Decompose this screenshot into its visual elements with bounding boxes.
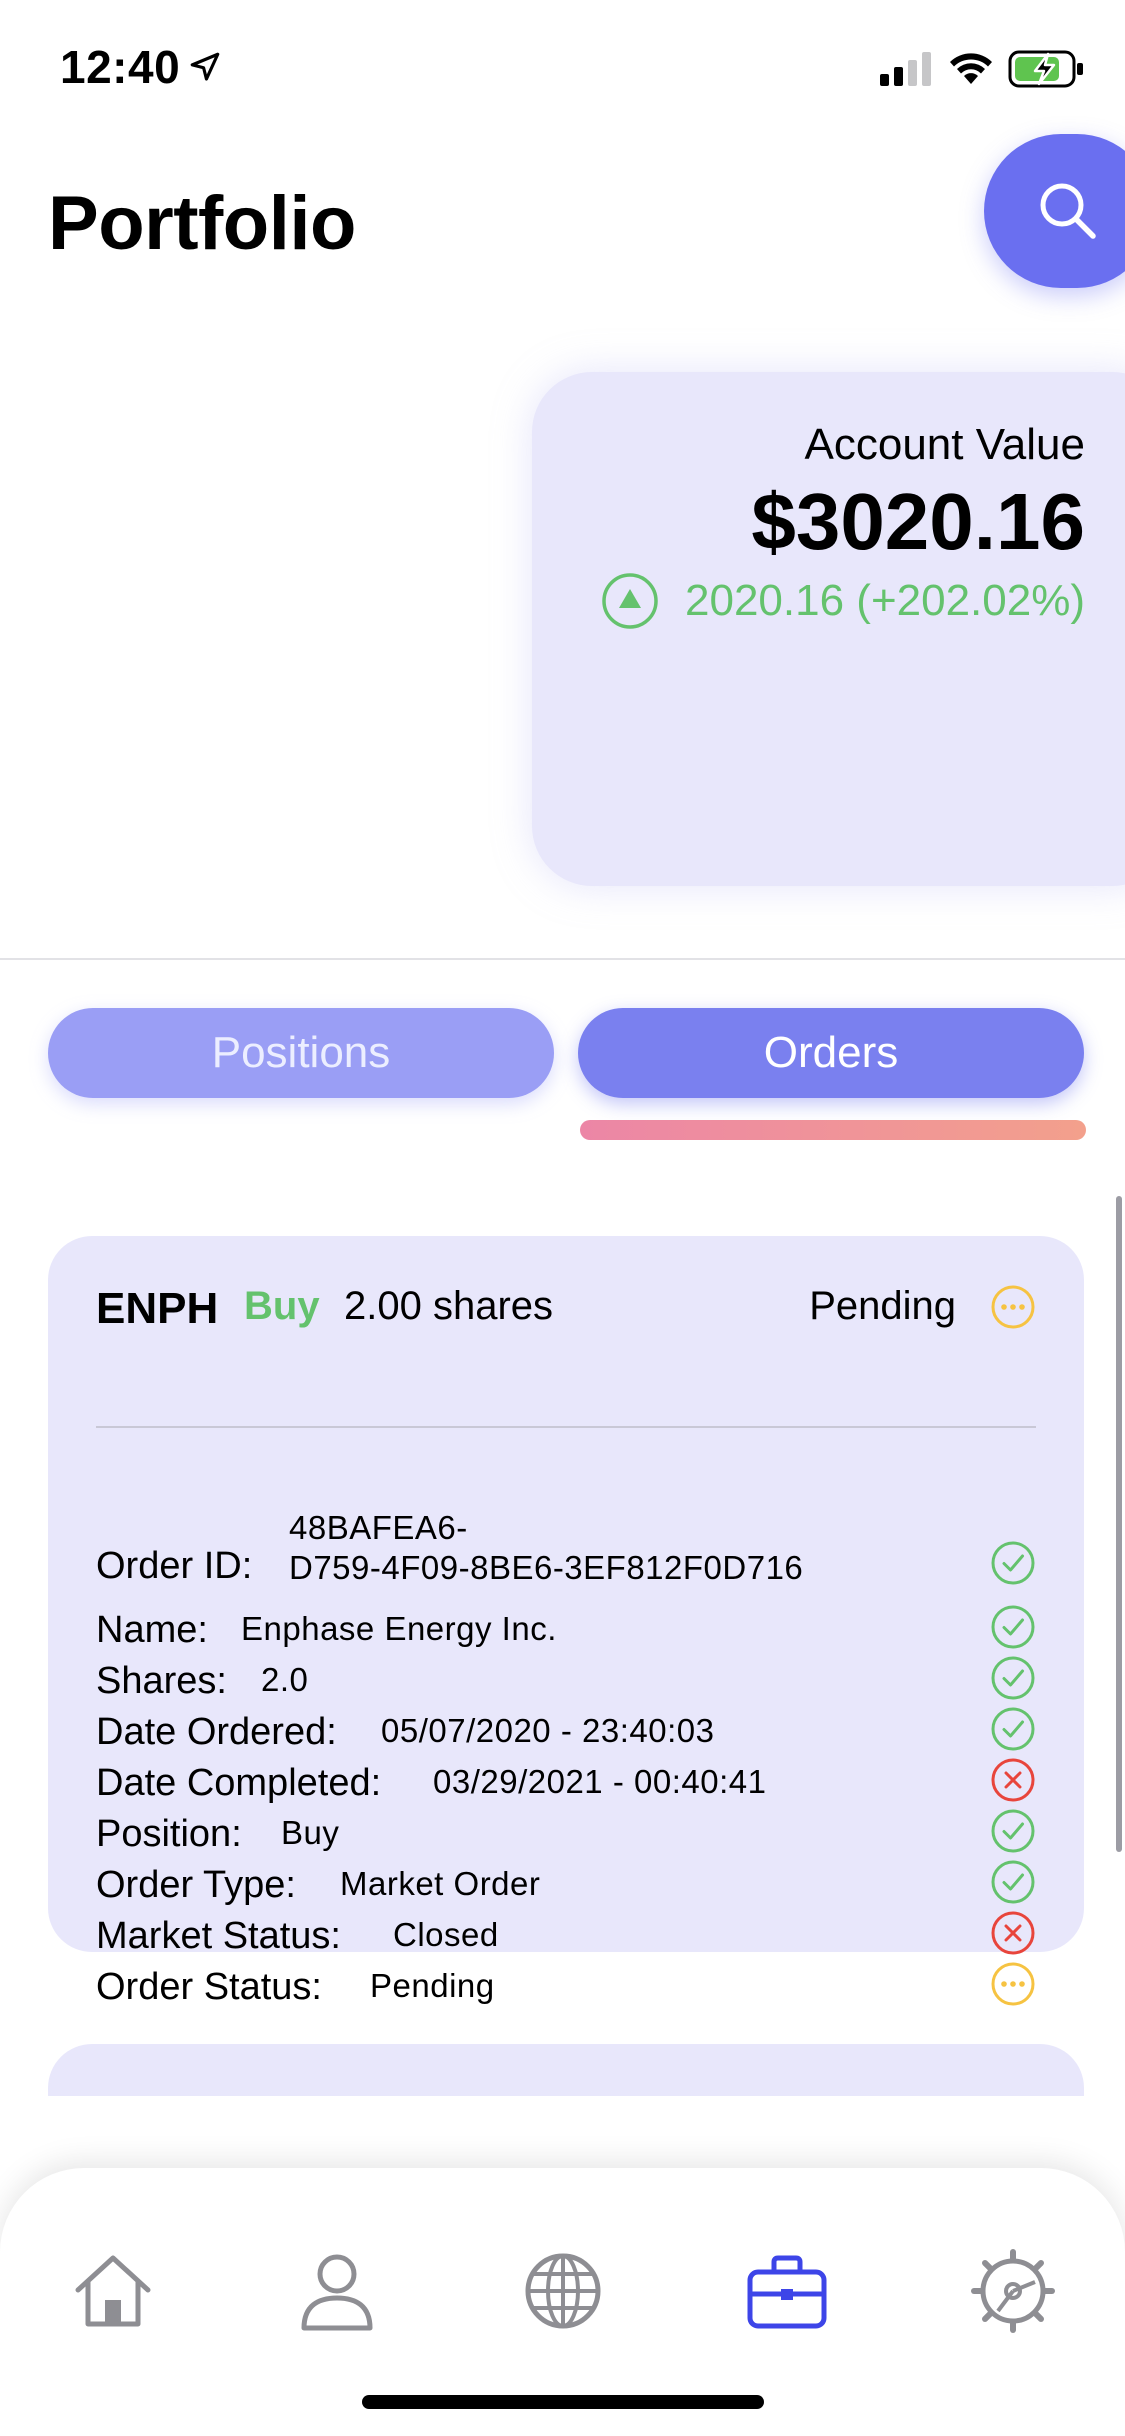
person-icon [301,2254,373,2331]
tab-bar-portfolio[interactable] [742,2246,832,2336]
tab-selected-indicator [580,1120,1086,1140]
detail-row-date-ordered: Date Ordered: 05/07/2020 - 23:40:03 [96,1704,1036,1754]
detail-row-order-id: Order ID: 48BAFEA6- D759-4F09-8BE6-3EF81… [96,1509,1036,1588]
tab-positions[interactable]: Positions [48,1008,554,1098]
detail-label: Market Status: [96,1915,341,1957]
detail-label: Position: [96,1813,242,1855]
pending-ellipsis-icon [991,1285,1035,1329]
detail-value: Pending [370,1967,495,2004]
detail-value: 2.0 [261,1661,309,1698]
status-bar: 12:40 [0,0,1125,132]
order-symbol: ENPH [96,1284,219,1333]
detail-row-date-completed: Date Completed: 03/29/2021 - 00:40:41 [96,1755,1036,1805]
detail-label: Shares: [96,1660,227,1702]
detail-label: Order Status: [96,1966,322,2008]
check-circle-icon [991,1809,1035,1853]
orders-list[interactable]: ENPH Buy 2.00 shares Pending Order ID: 4… [0,1180,1125,2096]
location-arrow-icon [190,52,220,81]
order-id-line2: D759-4F09-8BE6-3EF812F0D716 [289,1549,804,1586]
globe-icon [525,2253,601,2329]
check-circle-icon [991,1656,1035,1700]
detail-value: 03/29/2021 - 00:40:41 [433,1763,767,1800]
triangle-up-circle-icon [602,573,658,629]
x-circle-icon [991,1911,1035,1955]
tab-bar-settings[interactable] [968,2246,1058,2336]
account-change-value: 2020.16 (+202.02%) [685,576,1085,625]
detail-value: Market Order [340,1865,541,1902]
detail-value: Buy [281,1814,340,1851]
check-circle-icon [991,1605,1035,1649]
tab-orders-label: Orders [763,1028,899,1077]
detail-row-market-status: Market Status: Closed [96,1908,1036,1958]
detail-row-position: Position: Buy [96,1806,1036,1856]
x-circle-icon [991,1758,1035,1802]
search-button[interactable] [984,134,1125,288]
detail-label: Date Ordered: [96,1711,337,1753]
account-value-amount: $3020.16 [751,477,1085,566]
home-icon [75,2255,151,2327]
detail-label: Name: [96,1609,208,1651]
briefcase-icon [747,2255,827,2329]
order-card[interactable]: ENPH Buy 2.00 shares Pending Order ID: 4… [48,1236,1084,2008]
search-icon [1040,183,1096,239]
detail-label: Order Type: [96,1864,296,1906]
account-value-label: Account Value [804,420,1085,469]
detail-row-order-status: Order Status: Pending [96,1959,1036,2009]
order-status: Pending [809,1284,956,1328]
page-title: Portfolio [48,181,356,266]
detail-label: Date Completed: [96,1762,382,1804]
scrollbar[interactable] [1116,1196,1122,1852]
tab-positions-label: Positions [211,1028,391,1077]
detail-value: 48BAFEA6- D759-4F09-8BE6-3EF812F0D716 [289,1508,803,1588]
gear-icon [971,2249,1055,2333]
detail-value: Closed [393,1916,499,1953]
home-indicator[interactable] [362,2395,764,2409]
order-id-line1: 48BAFEA6- [289,1509,468,1546]
order-quantity: 2.00 shares [344,1284,554,1328]
account-change-row: 2020.16 (+202.02%) [601,570,1085,632]
wifi-icon [950,53,992,84]
check-circle-icon [991,1541,1035,1585]
tab-orders[interactable]: Orders [578,1008,1084,1098]
detail-row-order-type: Order Type: Market Order [96,1857,1036,1907]
account-value-card: Account Value $3020.16 2020.16 (+202.02%… [532,372,1125,886]
detail-value: 05/07/2020 - 23:40:03 [381,1712,715,1749]
check-circle-icon [991,1860,1035,1904]
detail-row-shares: Shares: 2.0 [96,1653,1036,1703]
pending-ellipsis-icon [991,1962,1035,2006]
status-time: 12:40 [60,41,181,93]
detail-row-name: Name: Enphase Energy Inc. [96,1602,1036,1652]
order-side: Buy [244,1284,320,1328]
cellular-signal-icon [880,52,931,86]
check-circle-icon [991,1707,1035,1751]
order-header: ENPH Buy 2.00 shares Pending [96,1276,1036,1340]
detail-label: Order ID: [96,1545,253,1587]
tab-bar-explore[interactable] [518,2246,608,2336]
detail-value: Enphase Energy Inc. [241,1610,557,1647]
battery-charging-icon [1008,50,1083,88]
section-divider [0,958,1125,960]
order-divider [96,1426,1036,1428]
tab-bar-home[interactable] [68,2246,158,2336]
order-card[interactable] [48,2044,1084,2096]
tab-bar-profile[interactable] [292,2246,382,2336]
